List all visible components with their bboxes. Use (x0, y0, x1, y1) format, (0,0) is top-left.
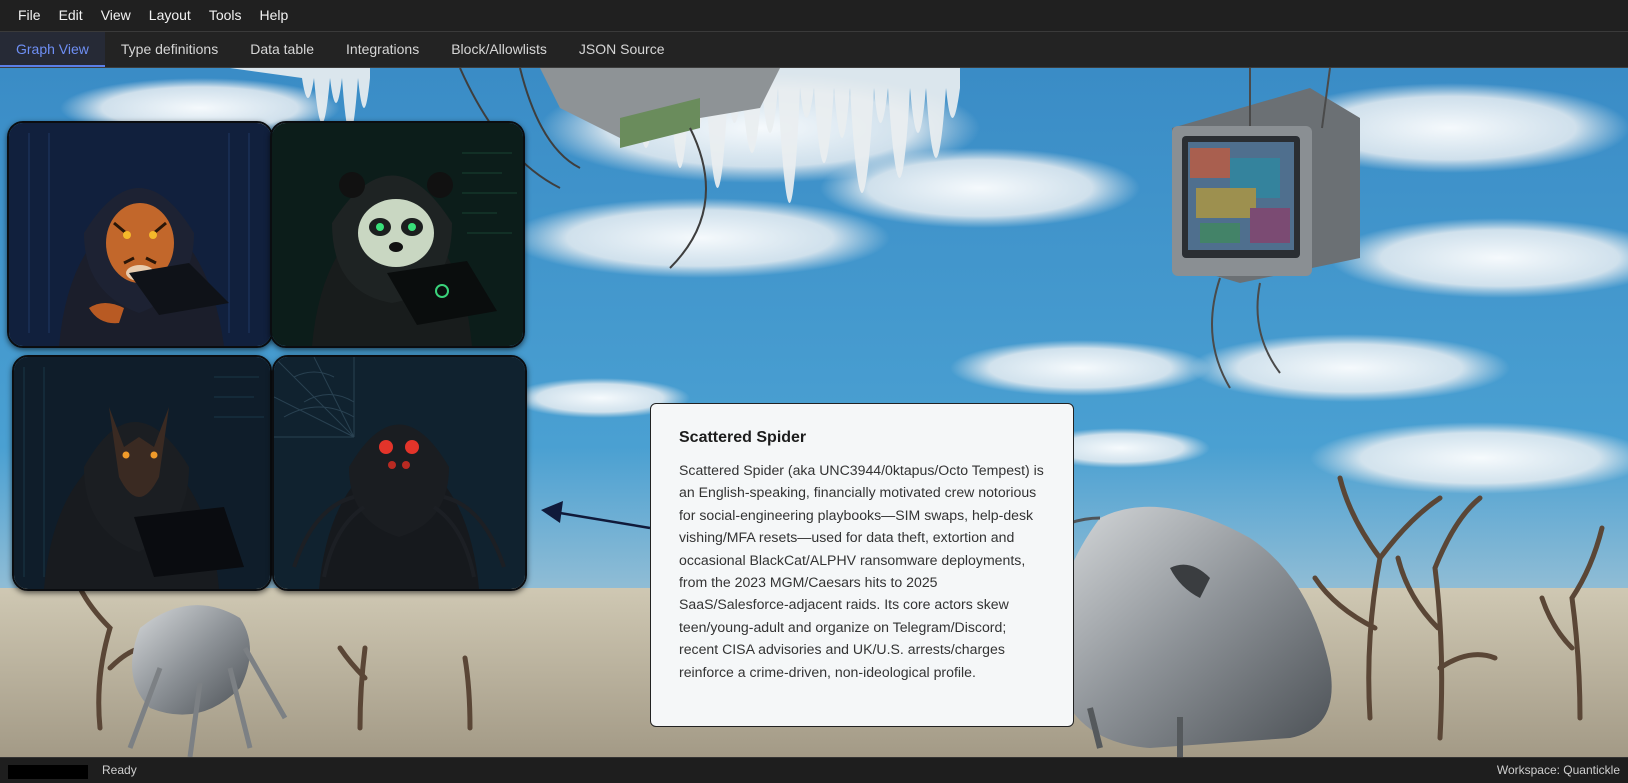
menu-view[interactable]: View (92, 0, 140, 31)
workspace-label: Workspace: Quantickle (1496, 763, 1620, 777)
graph-canvas[interactable]: Scattered Spider Scattered Spider (aka U… (0, 68, 1628, 757)
menu-edit[interactable]: Edit (50, 0, 92, 31)
menu-help[interactable]: Help (251, 0, 298, 31)
menu-bar: File Edit View Layout Tools Help (0, 0, 1628, 32)
menu-file[interactable]: File (9, 0, 50, 31)
tab-graph-view[interactable]: Graph View (0, 32, 105, 67)
arrowhead-icon (541, 501, 563, 523)
redacted-block (8, 765, 88, 779)
tab-bar: Graph View Type definitions Data table I… (0, 32, 1628, 68)
tab-integrations[interactable]: Integrations (330, 32, 435, 67)
menu-tools[interactable]: Tools (200, 0, 251, 31)
tooltip-title: Scattered Spider (679, 429, 807, 446)
tab-data-table[interactable]: Data table (234, 32, 330, 67)
status-text: Ready (102, 763, 137, 777)
tab-json-source[interactable]: JSON Source (563, 32, 681, 67)
tab-block-allowlists[interactable]: Block/Allowlists (435, 32, 563, 67)
node-info-tooltip: Scattered Spider Scattered Spider (aka U… (650, 403, 1074, 727)
menu-layout[interactable]: Layout (140, 0, 200, 31)
tab-type-definitions[interactable]: Type definitions (105, 32, 234, 67)
status-bar: Ready Workspace: Quantickle (0, 757, 1628, 783)
tooltip-body: Scattered Spider (aka UNC3944/0ktapus/Oc… (679, 462, 1044, 680)
